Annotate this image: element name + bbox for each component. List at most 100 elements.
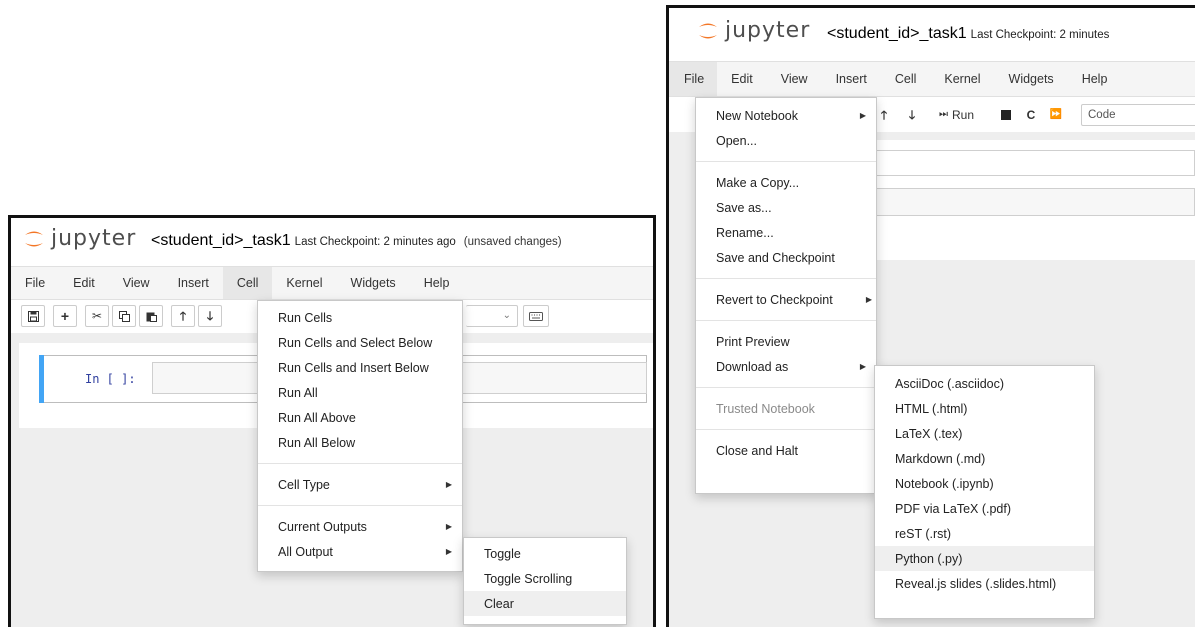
notebook-header: jupyter <student_id>_task1 Last Checkpoin… <box>11 218 653 266</box>
submenu-item-html[interactable]: HTML (.html) <box>875 396 1094 421</box>
download-as-submenu: AsciiDoc (.asciidoc) HTML (.html) LaTeX … <box>874 365 1095 619</box>
menu-item-label: Download as <box>716 359 789 374</box>
menu-item-run-cells-insert-below[interactable]: Run Cells and Insert Below <box>258 355 462 380</box>
menu-kernel[interactable]: Kernel <box>272 267 336 299</box>
menu-cell[interactable]: Cell <box>881 62 931 96</box>
menu-item-label: Cell Type <box>278 477 330 492</box>
copy-button[interactable] <box>112 305 136 327</box>
jupyter-logo[interactable]: jupyter <box>697 18 810 43</box>
all-output-submenu: Toggle Toggle Scrolling Clear <box>463 537 627 625</box>
notebook-title: <student_id>_task1 Last Checkpoint: 2 min… <box>151 232 562 250</box>
menu-widgets[interactable]: Widgets <box>337 267 410 299</box>
menu-kernel[interactable]: Kernel <box>930 62 994 96</box>
run-icon: ⏭ <box>939 109 948 120</box>
submenu-item-markdown[interactable]: Markdown (.md) <box>875 446 1094 471</box>
submenu-item-reveal-slides[interactable]: Reveal.js slides (.slides.html) <box>875 571 1094 596</box>
menu-item-rename[interactable]: Rename... <box>696 220 876 245</box>
save-icon <box>27 310 39 322</box>
menu-item-print-preview[interactable]: Print Preview <box>696 329 876 354</box>
menu-item-current-outputs[interactable]: Current Outputs ▶ <box>258 514 462 539</box>
right-notebook-screenshot: jupyter <student_id>_task1 Last Checkpoin… <box>666 5 1195 627</box>
menu-item-run-cells-select-below[interactable]: Run Cells and Select Below <box>258 330 462 355</box>
menu-divider <box>696 320 876 321</box>
paste-button[interactable] <box>139 305 163 327</box>
checkpoint-status: Last Checkpoint: 2 minutes ago <box>294 236 456 248</box>
menu-item-label: Revert to Checkpoint <box>716 292 833 307</box>
move-down-button[interactable]: 🡓 <box>900 104 924 126</box>
menu-view[interactable]: View <box>767 62 822 96</box>
submenu-item-toggle-scrolling[interactable]: Toggle Scrolling <box>464 566 626 591</box>
arrow-down-icon: 🡓 <box>206 309 214 323</box>
menu-edit[interactable]: Edit <box>59 267 109 299</box>
menu-item-make-copy[interactable]: Make a Copy... <box>696 170 876 195</box>
submenu-item-toggle[interactable]: Toggle <box>464 541 626 566</box>
command-palette-button[interactable] <box>523 305 549 327</box>
notebook-title: <student_id>_task1 Last Checkpoint: 2 min… <box>827 25 1109 43</box>
cell-type-select[interactable]: Code <box>1081 104 1195 126</box>
menu-file[interactable]: File <box>669 62 718 96</box>
insert-cell-button[interactable]: + <box>53 305 77 327</box>
cell-type-select[interactable]: ⌄ <box>466 305 518 327</box>
menu-edit[interactable]: Edit <box>717 62 767 96</box>
menu-widgets[interactable]: Widgets <box>995 62 1068 96</box>
submenu-item-python[interactable]: Python (.py) <box>875 546 1094 571</box>
submenu-item-notebook[interactable]: Notebook (.ipynb) <box>875 471 1094 496</box>
menu-item-revert-checkpoint[interactable]: Revert to Checkpoint ▶ <box>696 287 876 312</box>
scissors-icon: ✂ <box>91 309 103 323</box>
cell-prompt: In [ ]: <box>85 372 136 386</box>
caret-right-icon: ▶ <box>445 547 452 556</box>
menu-item-save-as[interactable]: Save as... <box>696 195 876 220</box>
checkpoint-status: Last Checkpoint: 2 minutes <box>970 29 1110 41</box>
menu-item-new-notebook[interactable]: New Notebook ▶ <box>696 103 876 128</box>
fast-forward-icon: ⏩ <box>1049 109 1063 120</box>
menu-view[interactable]: View <box>109 267 164 299</box>
menu-cell[interactable]: Cell <box>222 267 273 299</box>
menu-item-all-output[interactable]: All Output ▶ <box>258 539 462 564</box>
menu-item-trusted-notebook: Trusted Notebook <box>716 401 815 416</box>
menu-item-label: Current Outputs <box>278 519 367 534</box>
cell-input[interactable] <box>869 150 1195 176</box>
notebook-header: jupyter <student_id>_task1 Last Checkpoin… <box>669 8 1195 58</box>
cut-button[interactable]: ✂ <box>85 305 109 327</box>
submenu-item-pdf-latex[interactable]: PDF via LaTeX (.pdf) <box>875 496 1094 521</box>
menu-item-run-cells[interactable]: Run Cells <box>258 305 462 330</box>
submenu-item-rest[interactable]: reST (.rst) <box>875 521 1094 546</box>
menu-item-open[interactable]: Open... <box>696 128 876 153</box>
menu-help[interactable]: Help <box>410 267 464 299</box>
menu-item-label: New Notebook <box>716 108 798 123</box>
menu-divider <box>258 463 462 464</box>
menu-divider <box>696 161 876 162</box>
jupyter-logo[interactable]: jupyter <box>23 226 136 251</box>
cell-type-value: Code <box>1088 109 1116 121</box>
notebook-name[interactable]: <student_id>_task1 <box>827 25 967 42</box>
keyboard-icon <box>529 311 543 321</box>
menu-item-run-all-above[interactable]: Run All Above <box>258 405 462 430</box>
menu-insert[interactable]: Insert <box>164 267 223 299</box>
run-button[interactable]: ⏭ Run <box>935 104 979 126</box>
submenu-item-asciidoc[interactable]: AsciiDoc (.asciidoc) <box>875 371 1094 396</box>
cell-menu-dropdown: Run Cells Run Cells and Select Below Run… <box>257 300 463 572</box>
restart-run-all-button[interactable]: ⏩ <box>1044 104 1068 126</box>
cell-input[interactable] <box>869 188 1195 216</box>
submenu-item-latex[interactable]: LaTeX (.tex) <box>875 421 1094 446</box>
menu-item-run-all[interactable]: Run All <box>258 380 462 405</box>
move-up-button[interactable]: 🡑 <box>171 305 195 327</box>
restart-kernel-button[interactable]: C <box>1019 104 1043 126</box>
menubar: File Edit View Insert Cell Kernel Widget… <box>669 61 1195 97</box>
menu-item-close-halt[interactable]: Close and Halt <box>696 438 876 463</box>
paste-icon <box>146 311 157 322</box>
menu-insert[interactable]: Insert <box>822 62 881 96</box>
menu-item-cell-type[interactable]: Cell Type ▶ <box>258 472 462 497</box>
move-down-button[interactable]: 🡓 <box>198 305 222 327</box>
menu-item-save-checkpoint[interactable]: Save and Checkpoint <box>696 245 876 270</box>
interrupt-kernel-button[interactable] <box>994 104 1018 126</box>
menu-item-download-as[interactable]: Download as ▶ <box>696 354 876 379</box>
menu-help[interactable]: Help <box>1068 62 1122 96</box>
save-button[interactable] <box>21 305 45 327</box>
notebook-name[interactable]: <student_id>_task1 <box>151 232 291 249</box>
menu-file[interactable]: File <box>11 267 59 299</box>
submenu-item-clear[interactable]: Clear <box>464 591 626 616</box>
menu-item-run-all-below[interactable]: Run All Below <box>258 430 462 455</box>
run-button-label: Run <box>952 108 975 122</box>
cell-selected-bar <box>39 355 44 403</box>
